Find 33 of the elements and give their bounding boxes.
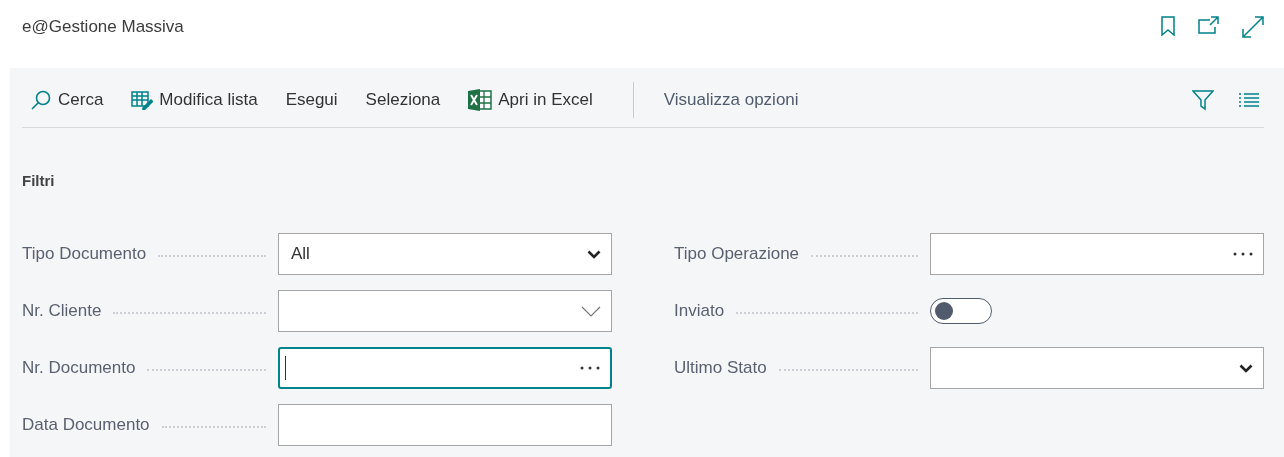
input-field[interactable] [930,233,1264,275]
field-label: Tipo Operazione [674,244,800,264]
toggle-switch[interactable] [930,298,992,324]
search-icon [30,88,52,111]
field-label: Ultimo Stato [674,358,767,378]
section-heading: Filtri [22,172,56,189]
field-label: Data Documento [22,415,150,435]
toolbar-button[interactable]: Apri in Excel [460,84,601,115]
bookmark-icon[interactable] [1160,16,1176,36]
view-options-button[interactable]: Visualizza opzioni [655,85,807,114]
toolbar-button[interactable]: Cerca [22,84,112,115]
chevron-down-icon [581,305,601,317]
dropdown-field[interactable] [930,347,1264,389]
chevron-down-icon [1239,363,1253,373]
chevron-down-icon [587,249,601,259]
field-label: Inviato [674,301,725,321]
toolbar-button[interactable]: Seleziona [357,85,449,114]
input-field[interactable] [278,347,612,389]
input-field[interactable] [278,290,612,332]
toolbar-button[interactable]: Esegui [277,85,346,114]
field-label: Nr. Documento [22,358,136,378]
expand-icon[interactable] [1242,16,1264,38]
ellipsis-icon [1233,252,1253,256]
spreadsheet-icon [468,88,493,111]
field-label: Tipo Documento [22,244,147,264]
input-field[interactable] [278,404,612,446]
page-title: e@Gestione Massiva [22,17,185,37]
toolbar-button[interactable]: Modifica lista [123,85,266,114]
ellipsis-icon [580,366,600,370]
dropdown-field[interactable]: All [278,233,612,275]
open-window-icon[interactable] [1198,16,1220,34]
edit-list-icon [131,89,154,110]
field-label: Nr. Cliente [22,301,102,321]
